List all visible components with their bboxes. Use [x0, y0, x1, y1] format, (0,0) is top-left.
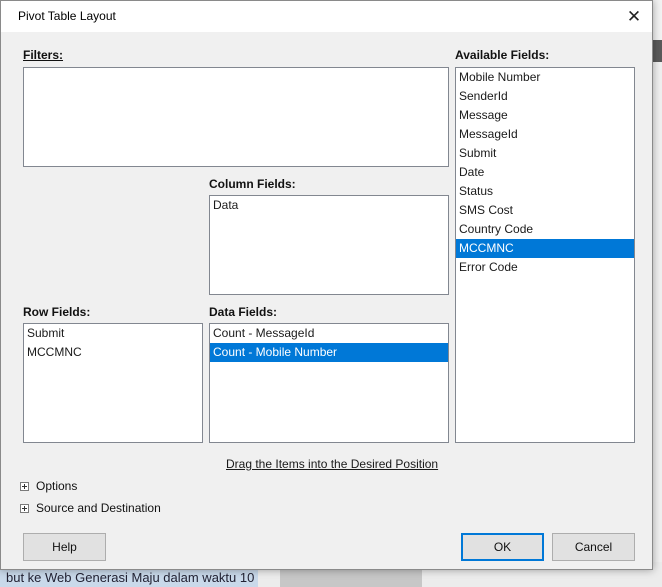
- available-field-item[interactable]: Message: [456, 106, 634, 125]
- background-cell-text: but ke Web Generasi Maju dalam waktu 10: [0, 568, 258, 587]
- available-field-item[interactable]: Country Code: [456, 220, 634, 239]
- data-field-item[interactable]: Count - MessageId: [210, 324, 448, 343]
- filters-label: Filters:: [23, 48, 64, 62]
- available-field-item[interactable]: Date: [456, 163, 634, 182]
- expand-plus-icon: [20, 503, 29, 513]
- close-button[interactable]: ✕: [618, 3, 650, 30]
- close-icon: ✕: [626, 6, 642, 26]
- available-field-item[interactable]: Mobile Number: [456, 68, 634, 87]
- data-field-item[interactable]: Count - Mobile Number: [210, 343, 448, 362]
- available-fields-listbox[interactable]: Mobile Number SenderId Message MessageId Sub…: [455, 67, 635, 443]
- drag-hint-text: Drag the Items into the Desired Position: [226, 457, 439, 471]
- data-fields-listbox[interactable]: Count - MessageId Count - Mobile Number: [209, 323, 449, 443]
- row-fields-label: Row Fields:: [23, 305, 91, 319]
- available-field-item[interactable]: Status: [456, 182, 634, 201]
- filters-listbox[interactable]: [23, 67, 449, 167]
- data-fields-label: Data Fields:: [209, 305, 278, 319]
- pivot-table-layout-dialog: Pivot Table Layout ✕ Filters: Column Fie…: [0, 0, 653, 570]
- available-field-item[interactable]: MessageId: [456, 125, 634, 144]
- options-label: Options: [36, 479, 78, 493]
- available-field-item[interactable]: Error Code: [456, 258, 634, 277]
- available-field-item[interactable]: SMS Cost: [456, 201, 634, 220]
- ok-button[interactable]: OK: [461, 533, 544, 561]
- column-field-item[interactable]: Data: [210, 196, 448, 215]
- available-fields-label: Available Fields:: [455, 48, 550, 62]
- source-destination-label: Source and Destination: [36, 501, 161, 515]
- available-field-item[interactable]: MCCMNC: [456, 239, 634, 258]
- row-fields-listbox[interactable]: Submit MCCMNC: [23, 323, 203, 443]
- expand-plus-icon: [20, 481, 29, 491]
- row-field-item[interactable]: MCCMNC: [24, 343, 202, 362]
- row-field-item[interactable]: Submit: [24, 324, 202, 343]
- title-bar: Pivot Table Layout ✕: [1, 1, 652, 32]
- options-expander[interactable]: Options: [20, 479, 77, 493]
- column-fields-listbox[interactable]: Data: [209, 195, 449, 295]
- source-destination-expander[interactable]: Source and Destination: [20, 501, 161, 515]
- dialog-title: Pivot Table Layout: [18, 9, 116, 23]
- available-field-item[interactable]: Submit: [456, 144, 634, 163]
- cancel-button[interactable]: Cancel: [552, 533, 635, 561]
- column-fields-label: Column Fields:: [209, 177, 296, 191]
- help-button[interactable]: Help: [23, 533, 106, 561]
- available-field-item[interactable]: SenderId: [456, 87, 634, 106]
